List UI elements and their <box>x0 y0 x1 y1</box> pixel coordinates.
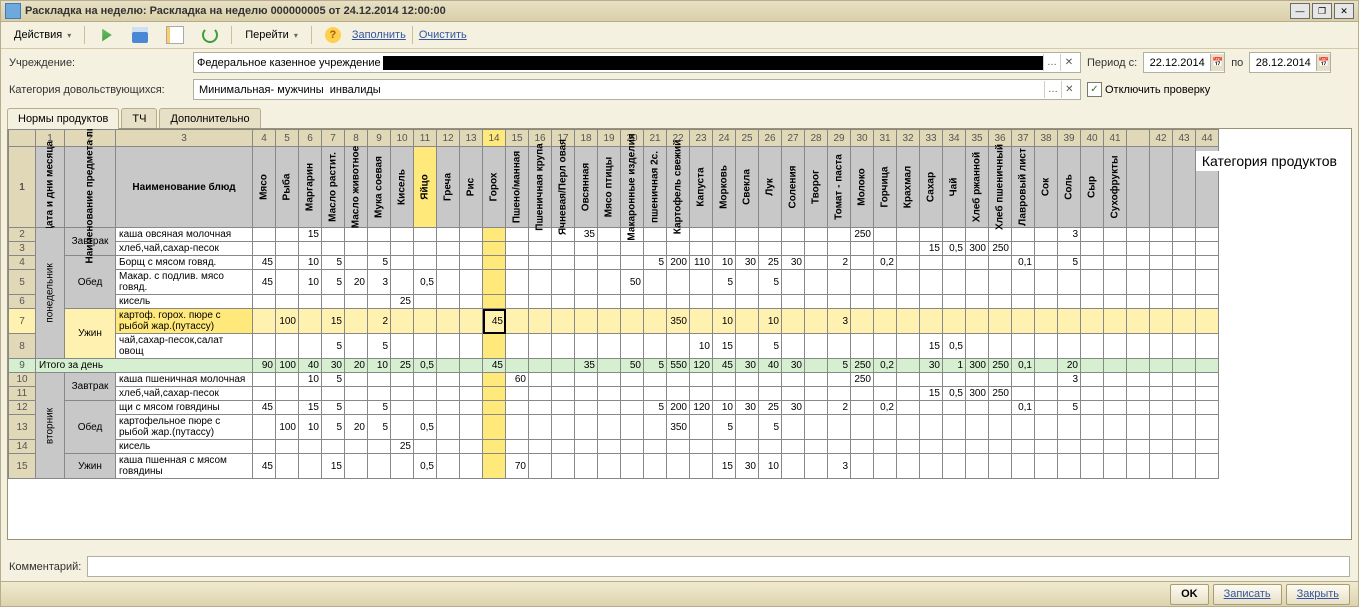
comment-field[interactable] <box>87 556 1350 577</box>
tab-additional[interactable]: Дополнительно <box>159 108 260 129</box>
fill-button[interactable]: Заполнить <box>352 29 406 41</box>
select-icon[interactable]: … <box>1043 54 1060 71</box>
tab-tc[interactable]: ТЧ <box>121 108 157 129</box>
period-label: Период с: <box>1087 57 1137 69</box>
clear-button[interactable]: Очистить <box>419 29 467 41</box>
play-icon <box>98 27 114 43</box>
period-from-field[interactable]: 📅 <box>1143 52 1225 73</box>
category-field[interactable]: … ✕ <box>193 79 1081 100</box>
disable-check-checkbox[interactable]: ✓ Отключить проверку <box>1087 82 1210 97</box>
period-to-field[interactable]: 📅 <box>1249 52 1331 73</box>
select-icon[interactable]: … <box>1044 81 1060 98</box>
disk-icon <box>132 27 148 43</box>
calendar-icon[interactable]: 📅 <box>1316 54 1330 71</box>
clear-icon[interactable]: ✕ <box>1061 81 1077 98</box>
minimize-button[interactable]: — <box>1290 3 1310 19</box>
institution-label: Учреждение: <box>9 57 187 69</box>
app-icon <box>5 3 21 19</box>
refresh-icon <box>202 27 218 43</box>
refresh-button[interactable] <box>195 24 225 46</box>
doc-icon <box>166 26 184 44</box>
help-icon: ? <box>325 27 341 43</box>
copy-button[interactable] <box>159 24 191 46</box>
category-label: Категория довольствующихся: <box>9 84 187 96</box>
save-button[interactable] <box>125 24 155 46</box>
institution-field[interactable]: Федеральное казенное учреждение … ✕ <box>193 52 1081 73</box>
checkbox-icon: ✓ <box>1087 82 1102 97</box>
ok-button[interactable]: OK <box>1170 584 1209 605</box>
goto-menu[interactable]: Перейти <box>238 24 305 46</box>
write-button[interactable]: Записать <box>1213 584 1282 605</box>
maximize-button[interactable]: ❐ <box>1312 3 1332 19</box>
post-button[interactable] <box>91 24 121 46</box>
titlebar: Раскладка на неделю: Раскладка на неделю… <box>1 1 1358 22</box>
tab-norms[interactable]: Нормы продуктов <box>7 108 119 129</box>
close-button[interactable]: Закрыть <box>1286 584 1350 605</box>
close-button[interactable]: ✕ <box>1334 3 1354 19</box>
data-grid[interactable]: 1234567891011121314151617181920212223242… <box>8 129 1219 479</box>
period-to-label: по <box>1231 57 1243 69</box>
grid-container[interactable]: 1234567891011121314151617181920212223242… <box>7 128 1352 540</box>
tabstrip: Нормы продуктов ТЧ Дополнительно <box>1 107 1358 128</box>
comment-label: Комментарий: <box>9 561 81 573</box>
window-title: Раскладка на неделю: Раскладка на неделю… <box>25 5 1290 17</box>
actions-menu[interactable]: Действия <box>7 24 78 46</box>
clear-icon[interactable]: ✕ <box>1060 54 1077 71</box>
toolbar: Действия Перейти ? Заполнить Очистить <box>1 22 1358 49</box>
redacted-text <box>383 56 1043 70</box>
help-button[interactable]: ? <box>318 24 348 46</box>
calendar-icon[interactable]: 📅 <box>1210 54 1224 71</box>
category-products-label: Категория продуктов <box>1196 151 1343 171</box>
statusbar: OK Записать Закрыть <box>1 581 1358 606</box>
